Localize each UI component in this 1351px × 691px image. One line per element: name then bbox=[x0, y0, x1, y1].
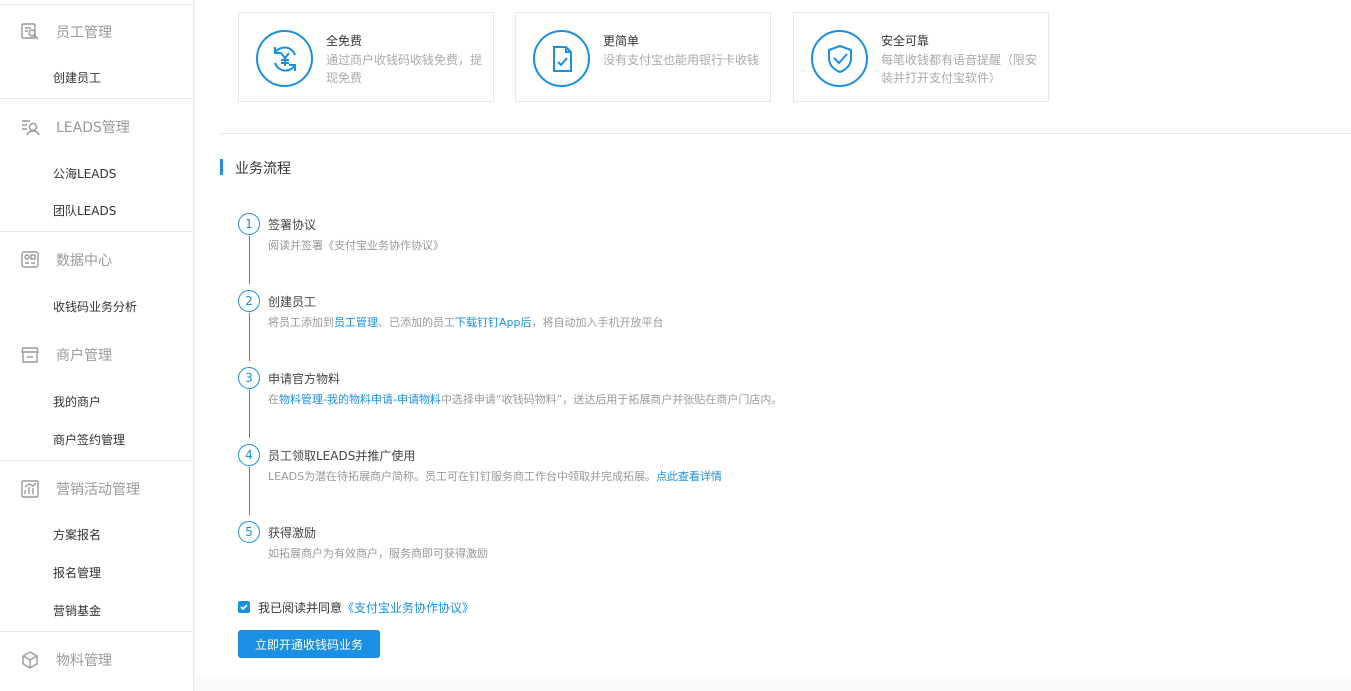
sidebar-item-merchant-signing[interactable]: 商户签约管理 bbox=[53, 430, 125, 450]
shield-check-icon bbox=[811, 30, 868, 87]
employee-management-link[interactable]: 员工管理 bbox=[334, 316, 378, 329]
divider bbox=[0, 460, 193, 461]
feature-title: 更简单 bbox=[603, 34, 640, 48]
material-apply-link[interactable]: 物料管理-我的物料申请-申请物料 bbox=[279, 393, 441, 406]
step-desc: 在物料管理-我的物料申请-申请物料中选择申请“收钱码物料”，送达后用于拓展商户并… bbox=[268, 391, 782, 407]
chart-icon bbox=[20, 479, 40, 499]
sidebar-section-merchant[interactable]: 商户管理 bbox=[0, 339, 193, 371]
agreement-row: 我已阅读并同意 《支付宝业务协作协议》 bbox=[238, 598, 474, 616]
store-icon bbox=[20, 345, 40, 365]
divider bbox=[0, 231, 193, 232]
feature-title: 全免费 bbox=[326, 34, 363, 48]
sidebar: 员工管理 创建员工 LEADS管理 公海LEADS 团队LEADS 数据中心 收… bbox=[0, 0, 194, 691]
document-check-icon bbox=[533, 30, 590, 87]
employee-icon bbox=[20, 22, 40, 42]
sidebar-item-public-leads[interactable]: 公海LEADS bbox=[53, 164, 116, 184]
app-root: 员工管理 创建员工 LEADS管理 公海LEADS 团队LEADS 数据中心 收… bbox=[0, 0, 1351, 691]
sidebar-section-title: 商户管理 bbox=[56, 348, 112, 364]
agreement-checkbox[interactable] bbox=[238, 601, 250, 613]
step-title: 员工领取LEADS并推广使用 bbox=[268, 449, 416, 463]
step-desc: 如拓展商户为有效商户，服务商即可获得激励 bbox=[268, 547, 488, 560]
step-connector bbox=[249, 467, 250, 515]
agreement-text: 我已阅读并同意 bbox=[258, 600, 343, 615]
feature-desc: 每笔收钱都有语音提醒（限安装并打开支付宝软件） bbox=[881, 53, 1038, 85]
step-number: 5 bbox=[238, 521, 260, 543]
sidebar-item-qr-analysis[interactable]: 收钱码业务分析 bbox=[53, 297, 137, 317]
main-content: 全免费 通过商户收钱码收钱免费，提现免费 更简单 没有支付宝也能用银行卡收钱 安… bbox=[195, 0, 1351, 691]
step-title: 创建员工 bbox=[268, 295, 317, 309]
sidebar-section-materials[interactable]: 物料管理 bbox=[0, 644, 193, 676]
feature-card-simple: 更简单 没有支付宝也能用银行卡收钱 bbox=[515, 12, 771, 102]
download-dingtalk-link[interactable]: 下载钉钉App后 bbox=[455, 316, 532, 329]
agreement-link[interactable]: 《支付宝业务协作协议》 bbox=[342, 599, 474, 616]
sidebar-section-employee[interactable]: 员工管理 bbox=[0, 16, 193, 48]
step-desc: 阅读并签署《支付宝业务协作协议》 bbox=[268, 239, 444, 252]
step-number: 3 bbox=[238, 367, 260, 389]
sidebar-item-team-leads[interactable]: 团队LEADS bbox=[53, 201, 116, 221]
sidebar-item-plan-signup[interactable]: 方案报名 bbox=[53, 525, 101, 545]
sidebar-section-marketing[interactable]: 营销活动管理 bbox=[0, 473, 193, 505]
sidebar-section-leads[interactable]: LEADS管理 bbox=[0, 111, 193, 143]
sidebar-item-create-employee[interactable]: 创建员工 bbox=[53, 68, 101, 88]
sidebar-section-title: 员工管理 bbox=[56, 25, 112, 41]
desc-text: ，将自动加入手机开放平台 bbox=[531, 316, 664, 329]
sidebar-item-marketing-fund[interactable]: 营销基金 bbox=[53, 601, 101, 621]
divider bbox=[0, 98, 193, 99]
step-title: 签署协议 bbox=[268, 218, 317, 232]
view-details-link[interactable]: 点此查看详情 bbox=[656, 470, 722, 483]
desc-text: 中选择申请“收钱码物料”，送达后用于拓展商户并张贴在商户门店内。 bbox=[440, 393, 783, 406]
divider bbox=[0, 4, 193, 5]
bottom-fade bbox=[195, 677, 1351, 691]
divider bbox=[220, 133, 1351, 134]
feature-desc: 通过商户收钱码收钱免费，提现免费 bbox=[326, 53, 483, 85]
step-number: 1 bbox=[238, 213, 260, 235]
desc-text: 在 bbox=[268, 393, 279, 406]
feature-title: 安全可靠 bbox=[881, 34, 930, 48]
feature-card-free: 全免费 通过商户收钱码收钱免费，提现免费 bbox=[238, 12, 494, 102]
desc-text: 、已添加的员工 bbox=[378, 316, 455, 329]
sidebar-item-my-merchants[interactable]: 我的商户 bbox=[53, 392, 101, 412]
sidebar-section-data-center[interactable]: 数据中心 bbox=[0, 244, 193, 276]
step-title: 获得激励 bbox=[268, 526, 317, 540]
step-connector bbox=[249, 390, 250, 438]
sidebar-section-title: 营销活动管理 bbox=[56, 482, 140, 498]
desc-text: LEADS为潜在待拓展商户简称。员工可在钉钉服务商工作台中领取并完成拓展。 bbox=[268, 470, 657, 483]
sidebar-section-title: 数据中心 bbox=[56, 253, 112, 269]
step-desc: LEADS为潜在待拓展商户简称。员工可在钉钉服务商工作台中领取并完成拓展。点此查… bbox=[268, 468, 722, 484]
step-number: 2 bbox=[238, 290, 260, 312]
section-accent-bar bbox=[220, 159, 223, 175]
check-icon bbox=[240, 604, 248, 611]
data-center-icon bbox=[20, 250, 40, 270]
sidebar-item-signup-management[interactable]: 报名管理 bbox=[53, 563, 101, 583]
box-icon bbox=[20, 650, 40, 670]
yen-refresh-icon bbox=[256, 30, 313, 87]
step-title: 申请官方物料 bbox=[268, 372, 341, 386]
process-title: 业务流程 bbox=[235, 161, 291, 177]
step-desc: 将员工添加到员工管理、已添加的员工下载钉钉App后，将自动加入手机开放平台 bbox=[268, 314, 664, 330]
step-connector bbox=[249, 313, 250, 361]
sidebar-section-title: LEADS管理 bbox=[56, 120, 130, 136]
feature-card-secure: 安全可靠 每笔收钱都有语音提醒（限安装并打开支付宝软件） bbox=[793, 12, 1049, 102]
activate-qr-business-button[interactable]: 立即开通收钱码业务 bbox=[238, 630, 380, 658]
feature-desc: 没有支付宝也能用银行卡收钱 bbox=[603, 53, 760, 67]
step-number: 4 bbox=[238, 444, 260, 466]
desc-text: 将员工添加到 bbox=[268, 316, 334, 329]
sidebar-section-title: 物料管理 bbox=[56, 653, 112, 669]
leads-search-icon bbox=[20, 117, 40, 137]
divider bbox=[0, 631, 193, 632]
step-connector bbox=[249, 236, 250, 284]
